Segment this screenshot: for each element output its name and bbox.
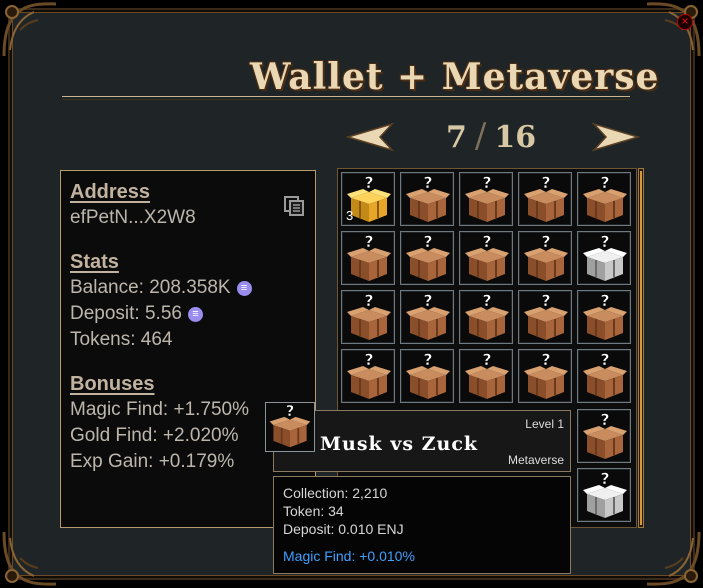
inventory-slot[interactable] xyxy=(577,468,631,522)
tokens-value: Tokens: 464 xyxy=(70,329,173,350)
inventory-slot[interactable] xyxy=(400,231,454,285)
deposit-row: Deposit: 5.56 ≡ xyxy=(70,303,203,325)
stack-count: 3 xyxy=(346,208,354,223)
brown-mystery-box-icon xyxy=(522,174,570,226)
gold-find-bonus: Gold Find: +2.020% xyxy=(70,425,239,446)
scrollbar-thumb[interactable] xyxy=(640,171,642,525)
brown-mystery-box-icon xyxy=(404,233,452,285)
item-level: Level 1 xyxy=(525,417,564,431)
title-divider xyxy=(62,96,630,97)
deposit-value: Deposit: 5.56 xyxy=(70,303,182,324)
balance-value: Balance: 208.358K xyxy=(70,277,231,298)
arrow-left-icon xyxy=(345,122,395,152)
copy-icon[interactable] xyxy=(283,195,305,217)
tooltip-item-icon xyxy=(265,402,315,452)
item-collection-name: Metaverse xyxy=(507,453,564,467)
inventory-slot[interactable] xyxy=(577,172,631,226)
inventory-slot[interactable] xyxy=(400,290,454,344)
brown-mystery-box-icon xyxy=(581,292,629,344)
brown-mystery-box-icon xyxy=(463,174,511,226)
address-heading: Address xyxy=(70,181,151,203)
inventory-slot[interactable] xyxy=(518,349,572,403)
brown-mystery-box-icon xyxy=(581,351,629,403)
brown-mystery-box-icon xyxy=(522,292,570,344)
brown-mystery-box-icon xyxy=(404,351,452,403)
page-indicator: 7/16 xyxy=(446,116,536,156)
page-separator: / xyxy=(474,116,487,156)
inventory-slot[interactable] xyxy=(459,172,513,226)
item-deposit: Deposit: 0.010 ENJ xyxy=(283,521,404,537)
window-title: Wallet + Metaverse xyxy=(250,56,660,98)
white-mystery-box-icon xyxy=(581,233,629,285)
item-name: Musk vs Zuck xyxy=(320,433,479,455)
inventory-slot[interactable] xyxy=(459,349,513,403)
inventory-slot[interactable] xyxy=(577,290,631,344)
corner-ornament xyxy=(643,0,703,60)
enj-coin-icon: ≡ xyxy=(187,307,203,322)
prev-page-button[interactable] xyxy=(345,122,395,152)
inventory-slot[interactable] xyxy=(577,349,631,403)
account-panel: Address efPetN...X2W8 Stats Balance: 208… xyxy=(60,170,316,528)
next-page-button[interactable] xyxy=(591,122,641,152)
stats-heading: Stats xyxy=(70,251,119,273)
inventory-slot[interactable] xyxy=(459,290,513,344)
inventory-slot[interactable] xyxy=(341,349,395,403)
close-icon[interactable]: × xyxy=(677,14,693,30)
page-current: 7 xyxy=(446,120,467,155)
brown-mystery-box-icon xyxy=(463,233,511,285)
brown-mystery-box-icon xyxy=(522,233,570,285)
inventory-slot[interactable] xyxy=(518,290,572,344)
corner-ornament xyxy=(0,528,60,588)
inventory-scrollbar[interactable] xyxy=(638,168,644,528)
item-magic-find: Magic Find: +0.010% xyxy=(283,548,415,564)
brown-mystery-box-icon xyxy=(581,411,629,463)
tooltip-header: Musk vs Zuck Level 1 Metaverse xyxy=(273,410,571,472)
brown-mystery-box-icon xyxy=(345,351,393,403)
inventory-slot[interactable] xyxy=(400,172,454,226)
brown-mystery-box-icon xyxy=(463,292,511,344)
corner-ornament xyxy=(0,0,60,60)
mystery-box-icon xyxy=(267,403,313,451)
brown-mystery-box-icon xyxy=(522,351,570,403)
inventory-slot[interactable] xyxy=(518,231,572,285)
enj-coin-icon: ≡ xyxy=(236,281,252,296)
title-divider-shadow xyxy=(62,99,630,100)
arrow-right-icon xyxy=(591,122,641,152)
inventory-slot[interactable] xyxy=(400,349,454,403)
item-token: Token: 34 xyxy=(283,503,344,519)
item-collection: Collection: 2,210 xyxy=(283,485,388,501)
inventory-slot[interactable] xyxy=(577,231,631,285)
tooltip-details: Collection: 2,210 Token: 34 Deposit: 0.0… xyxy=(273,476,571,574)
brown-mystery-box-icon xyxy=(581,174,629,226)
address-value: efPetN...X2W8 xyxy=(70,207,196,228)
brown-mystery-box-icon xyxy=(404,292,452,344)
balance-row: Balance: 208.358K ≡ xyxy=(70,277,252,299)
inventory-slot[interactable] xyxy=(459,231,513,285)
page-total: 16 xyxy=(494,120,537,155)
magic-find-bonus: Magic Find: +1.750% xyxy=(70,399,250,420)
inventory-slot[interactable] xyxy=(577,409,631,463)
exp-gain-bonus: Exp Gain: +0.179% xyxy=(70,451,235,472)
brown-mystery-box-icon xyxy=(404,174,452,226)
corner-ornament xyxy=(643,528,703,588)
inventory-slot[interactable]: 3 xyxy=(341,172,395,226)
inventory-slot[interactable] xyxy=(341,290,395,344)
brown-mystery-box-icon xyxy=(463,351,511,403)
bonuses-heading: Bonuses xyxy=(70,373,155,395)
white-mystery-box-icon xyxy=(581,470,629,522)
brown-mystery-box-icon xyxy=(345,292,393,344)
inventory-slot[interactable] xyxy=(518,172,572,226)
inventory-slot[interactable] xyxy=(341,231,395,285)
brown-mystery-box-icon xyxy=(345,233,393,285)
